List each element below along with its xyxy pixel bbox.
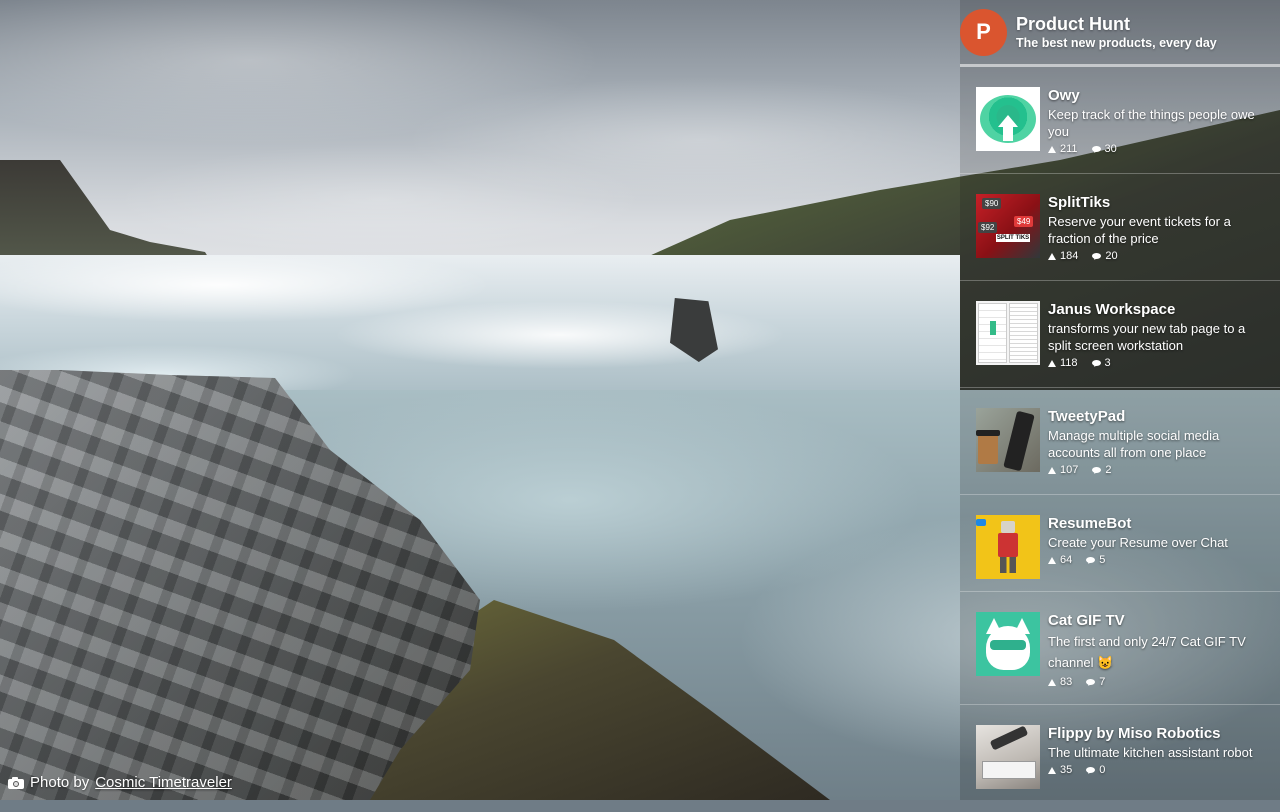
product-name[interactable]: Cat GIF TV bbox=[1048, 612, 1264, 630]
product-name[interactable]: SplitTiks bbox=[1048, 194, 1264, 212]
product-item-splittiks[interactable]: $90 $49 $92 SPLIT TIKS SplitTiks Reserve yo… bbox=[960, 174, 1280, 281]
product-description: Manage multiple social media accounts al… bbox=[1048, 428, 1220, 460]
product-description: Reserve your event tickets for a fractio… bbox=[1048, 214, 1231, 246]
flippy-thumbnail[interactable] bbox=[976, 725, 1040, 789]
product-item-tweetypad[interactable]: TweetyPad Manage multiple social media a… bbox=[960, 388, 1280, 495]
product-list: Owy Keep track of the things people owe … bbox=[960, 67, 1280, 812]
comment-icon bbox=[1086, 679, 1096, 685]
product-name[interactable]: Flippy by Miso Robotics bbox=[1048, 725, 1253, 743]
product-description: transforms your new tab page to a split … bbox=[1048, 321, 1246, 353]
photo-credit: Photo by Cosmic Timetraveler bbox=[8, 772, 232, 792]
janus-thumbnail[interactable] bbox=[976, 301, 1040, 365]
panel-tagline: The best new products, every day bbox=[1016, 36, 1217, 50]
comment-count[interactable]: 0 bbox=[1086, 764, 1105, 776]
splittiks-thumbnail[interactable]: $90 $49 $92 SPLIT TIKS bbox=[976, 194, 1040, 258]
upvote-icon bbox=[1048, 766, 1056, 774]
upvote-icon bbox=[1048, 466, 1056, 474]
comment-icon bbox=[1091, 360, 1101, 366]
upvote-icon bbox=[1048, 678, 1056, 686]
upvote-icon bbox=[1048, 359, 1056, 367]
comment-count[interactable]: 20 bbox=[1092, 250, 1118, 262]
product-item-resumebot[interactable]: ResumeBot Create your Resume over Chat 6… bbox=[960, 495, 1280, 592]
credit-author-link[interactable]: Cosmic Timetraveler bbox=[95, 774, 232, 791]
product-item-cat-gif-tv[interactable]: Cat GIF TV The first and only 24/7 Cat G… bbox=[960, 592, 1280, 705]
comment-icon bbox=[1086, 557, 1096, 563]
upvote-count[interactable]: 35 bbox=[1048, 764, 1072, 776]
product-item-owy[interactable]: Owy Keep track of the things people owe … bbox=[960, 67, 1280, 174]
comment-count[interactable]: 3 bbox=[1091, 357, 1111, 369]
product-name[interactable]: ResumeBot bbox=[1048, 515, 1228, 533]
product-hunt-header[interactable]: P Product Hunt The best new products, ev… bbox=[960, 0, 1280, 67]
comment-icon bbox=[1091, 146, 1101, 152]
upvote-count[interactable]: 107 bbox=[1048, 464, 1078, 476]
tweetypad-thumbnail[interactable] bbox=[976, 408, 1040, 472]
camera-icon bbox=[8, 776, 24, 789]
upvote-count[interactable]: 184 bbox=[1048, 250, 1078, 262]
upvote-icon bbox=[1048, 252, 1056, 260]
product-item-janus-workspace[interactable]: Janus Workspace transforms your new tab … bbox=[960, 281, 1280, 388]
comment-count[interactable]: 7 bbox=[1086, 676, 1105, 688]
comment-icon bbox=[1086, 767, 1096, 773]
upvote-count[interactable]: 83 bbox=[1048, 676, 1072, 688]
product-hunt-logo[interactable]: P bbox=[960, 8, 1007, 56]
comment-count[interactable]: 2 bbox=[1092, 464, 1111, 476]
catgiftv-thumbnail[interactable] bbox=[976, 612, 1040, 676]
product-description: Keep track of the things people owe you bbox=[1048, 107, 1255, 139]
upvote-icon bbox=[1048, 556, 1056, 564]
upvote-count[interactable]: 211 bbox=[1048, 143, 1078, 155]
panel-title[interactable]: Product Hunt bbox=[1016, 13, 1217, 35]
comment-icon bbox=[1092, 253, 1102, 259]
product-description: The ultimate kitchen assistant robot bbox=[1048, 745, 1253, 760]
owy-thumbnail[interactable] bbox=[976, 87, 1040, 151]
comment-count[interactable]: 5 bbox=[1086, 554, 1105, 566]
product-item-flippy[interactable]: Flippy by Miso Robotics The ultimate kit… bbox=[960, 705, 1280, 812]
product-hunt-panel: P Product Hunt The best new products, ev… bbox=[960, 0, 1280, 800]
product-description: The first and only 24/7 Cat GIF TV chann… bbox=[1048, 634, 1246, 670]
product-name[interactable]: Janus Workspace bbox=[1048, 301, 1264, 319]
upvote-count[interactable]: 64 bbox=[1048, 554, 1072, 566]
upvote-icon bbox=[1048, 145, 1056, 153]
product-name[interactable]: TweetyPad bbox=[1048, 408, 1264, 426]
resumebot-thumbnail[interactable] bbox=[976, 515, 1040, 579]
upvote-count[interactable]: 118 bbox=[1048, 357, 1078, 369]
credit-prefix: Photo by bbox=[30, 773, 90, 791]
comment-count[interactable]: 30 bbox=[1091, 143, 1117, 155]
comment-icon bbox=[1092, 467, 1102, 473]
product-name[interactable]: Owy bbox=[1048, 87, 1264, 105]
product-description: Create your Resume over Chat bbox=[1048, 535, 1228, 550]
